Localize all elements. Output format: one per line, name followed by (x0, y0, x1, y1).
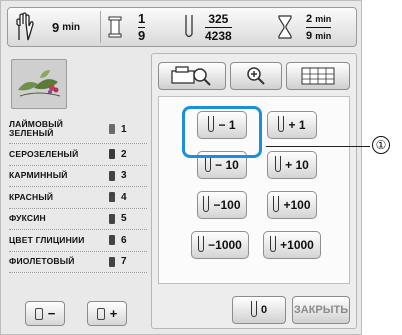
close-button[interactable]: ЗАКРЫТЬ (292, 296, 350, 324)
total-time-unit: min (62, 21, 81, 33)
list-item[interactable]: ЦВЕТ ГЛИЦИНИИ 6 (9, 230, 147, 252)
thread-name: ФИОЛЕТОВЫЙ (9, 256, 75, 267)
needle-icon (205, 156, 212, 172)
thread-number: 3 (121, 170, 127, 182)
stitch-count-cell: 325 4238 (183, 8, 273, 46)
plus-100-label: +100 (283, 198, 311, 212)
total-time-cell: 9 min (12, 8, 94, 46)
time-elapsed-unit: min (315, 13, 332, 24)
color-current: 1 (138, 10, 146, 26)
thread-panel: ЛАЙМОВЫЙ ЗЕЛЕНЫЙ 1 СЕРОЗЕЛЕНЫЙ 2 КАРМИНН… (7, 53, 149, 329)
spool-icon (109, 192, 115, 203)
plus-1000-label: +1000 (280, 238, 314, 252)
needle-icon (203, 196, 210, 212)
stitch-fraction: 325 4238 (205, 12, 232, 43)
spool-icon (109, 170, 115, 181)
status-bar: 9 min 1 9 325 4238 2 min 9 min (7, 7, 357, 47)
needle-icon (185, 15, 193, 38)
callout-line (266, 146, 370, 147)
spool-icon (109, 235, 115, 246)
plus-10-stitch-button[interactable]: + 10 (267, 151, 317, 179)
list-item[interactable]: СЕРОЗЕЛЕНЫЙ 2 (9, 144, 147, 166)
plus-100-stitch-button[interactable]: +100 (267, 191, 317, 219)
spool-icon (96, 307, 105, 320)
list-item[interactable]: ФИОЛЕТОВЫЙ 7 (9, 252, 147, 273)
close-button-label: ЗАКРЫТЬ (293, 304, 349, 316)
plus-1-label: + 1 (288, 118, 306, 132)
hourglass-icon (278, 15, 292, 39)
list-item[interactable]: КРАСНЫЙ 4 (9, 187, 147, 209)
frame-magnifier-icon (171, 66, 211, 86)
stitch-navigation-panel: − 1 + 1 − 10 + 10 −100 +100 −1000 +1000 … (151, 53, 357, 329)
magnify-frame-button[interactable] (158, 62, 226, 90)
callout-marker: ① (372, 136, 390, 154)
needle-icon (278, 116, 285, 132)
list-item[interactable]: КАРМИННЫЙ 3 (9, 166, 147, 187)
thread-list: ЛАЙМОВЫЙ ЗЕЛЕНЫЙ 1 СЕРОЗЕЛЕНЫЙ 2 КАРМИНН… (9, 115, 147, 273)
thread-number: 2 (121, 148, 127, 160)
highlight-frame (182, 106, 262, 158)
thread-name: ЛАЙМОВЫЙ ЗЕЛЕНЫЙ (9, 119, 64, 138)
zoom-in-icon (247, 67, 265, 85)
minus-10-label: − 10 (215, 158, 239, 172)
embroidery-edit-screen: 9 min 1 9 325 4238 2 min 9 min ЛАЙМОВЫЙ … (0, 0, 362, 335)
pattern-thumbnail (11, 59, 67, 109)
thread-number: 5 (121, 213, 127, 225)
grid-icon (301, 67, 335, 85)
next-color-label: + (109, 306, 118, 321)
thread-number: 7 (121, 256, 127, 268)
needle-icon (250, 301, 257, 317)
color-total: 9 (138, 27, 146, 43)
spool-icon (34, 307, 43, 320)
minus-1000-stitch-button[interactable]: −1000 (191, 231, 249, 259)
reset-stitch-label: 0 (260, 304, 268, 316)
thread-name: КАРМИННЫЙ (9, 170, 68, 181)
hand-icon (16, 12, 34, 41)
time-cell: 2 min 9 min (278, 8, 356, 46)
time-total: 9 (306, 29, 313, 42)
plus-1-stitch-button[interactable]: + 1 (267, 111, 317, 139)
time-total-unit: min (315, 30, 332, 41)
spool-icon (109, 149, 115, 160)
list-item[interactable]: ФУКСИН 5 (9, 209, 147, 230)
thread-number: 4 (121, 191, 127, 203)
previous-color-button[interactable]: − (25, 301, 65, 326)
thread-number: 6 (121, 234, 127, 246)
thread-name: КРАСНЫЙ (9, 191, 54, 202)
spool-icon (108, 16, 122, 38)
stitch-total: 4238 (205, 28, 232, 43)
minus-100-label: −100 (213, 198, 241, 212)
plus-1000-stitch-button[interactable]: +1000 (263, 231, 321, 259)
time-fraction: 2 min 9 min (306, 12, 332, 43)
spool-icon (109, 124, 115, 134)
needle-icon (275, 156, 282, 172)
thread-name: ЦВЕТ ГЛИЦИНИИ (9, 234, 85, 245)
zoom-button[interactable] (230, 62, 282, 90)
leaf-pattern-icon (18, 70, 61, 97)
needle-icon (273, 196, 280, 212)
stitch-current: 325 (208, 11, 229, 26)
previous-color-label: − (47, 306, 56, 321)
color-order-fraction: 1 9 (138, 10, 146, 43)
spool-icon (109, 213, 115, 224)
thread-name: ФУКСИН (9, 213, 46, 224)
minus-100-stitch-button[interactable]: −100 (197, 191, 247, 219)
list-item[interactable]: ЛАЙМОВЫЙ ЗЕЛЕНЫЙ 1 (9, 115, 147, 144)
thread-number: 1 (121, 123, 127, 135)
reset-stitch-button[interactable]: 0 (232, 296, 286, 324)
grid-button[interactable] (286, 62, 350, 90)
total-time-value: 9 (52, 19, 60, 35)
spool-icon (109, 256, 115, 267)
needle-icon (198, 236, 205, 252)
next-color-button[interactable]: + (87, 301, 127, 326)
time-elapsed: 2 (306, 12, 313, 25)
thread-name: СЕРОЗЕЛЕНЫЙ (9, 148, 79, 159)
plus-10-label: + 10 (285, 158, 309, 172)
minus-1000-label: −1000 (208, 238, 242, 252)
needle-icon (270, 236, 277, 252)
